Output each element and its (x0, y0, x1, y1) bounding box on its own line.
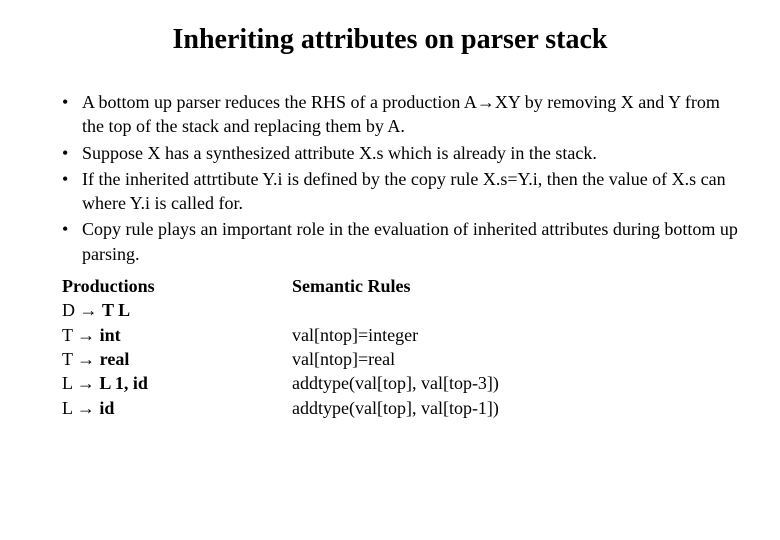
production-prefix: T → (62, 349, 100, 369)
table-row: L → id addtype(val[top], val[top-1]) (62, 396, 740, 420)
bullet-item: Copy rule plays an important role in the… (62, 217, 740, 266)
page-title: Inheriting attributes on parser stack (40, 24, 740, 56)
productions-table: Productions Semantic Rules D → T L T → i… (40, 274, 740, 420)
table-header-row: Productions Semantic Rules (62, 274, 740, 298)
table-row: T → int val[ntop]=integer (62, 323, 740, 347)
rule-cell: val[ntop]=integer (292, 323, 740, 347)
rule-cell: addtype(val[top], val[top-1]) (292, 396, 740, 420)
rule-cell (292, 298, 740, 322)
production-body: int (100, 325, 121, 345)
production-prefix: D → (62, 300, 102, 320)
bullet-item: If the inherited attrtibute Y.i is defin… (62, 167, 740, 216)
table-row: D → T L (62, 298, 740, 322)
bullet-list: A bottom up parser reduces the RHS of a … (40, 90, 740, 266)
production-body: L 1, id (99, 373, 148, 393)
production-cell: L → L 1, id (62, 371, 292, 395)
semantic-rules-header: Semantic Rules (292, 274, 740, 298)
production-prefix: T → (62, 325, 100, 345)
table-row: T → real val[ntop]=real (62, 347, 740, 371)
production-cell: D → T L (62, 298, 292, 322)
bullet-item: Suppose X has a synthesized attribute X.… (62, 141, 740, 165)
production-body: T L (102, 300, 130, 320)
production-cell: L → id (62, 396, 292, 420)
production-cell: T → real (62, 347, 292, 371)
table-row: L → L 1, id addtype(val[top], val[top-3]… (62, 371, 740, 395)
production-prefix: L → (62, 373, 99, 393)
production-body: real (100, 349, 130, 369)
production-body: id (99, 398, 114, 418)
production-prefix: L → (62, 398, 99, 418)
production-cell: T → int (62, 323, 292, 347)
bullet-item: A bottom up parser reduces the RHS of a … (62, 90, 740, 139)
rule-cell: val[ntop]=real (292, 347, 740, 371)
productions-header: Productions (62, 274, 292, 298)
rule-cell: addtype(val[top], val[top-3]) (292, 371, 740, 395)
